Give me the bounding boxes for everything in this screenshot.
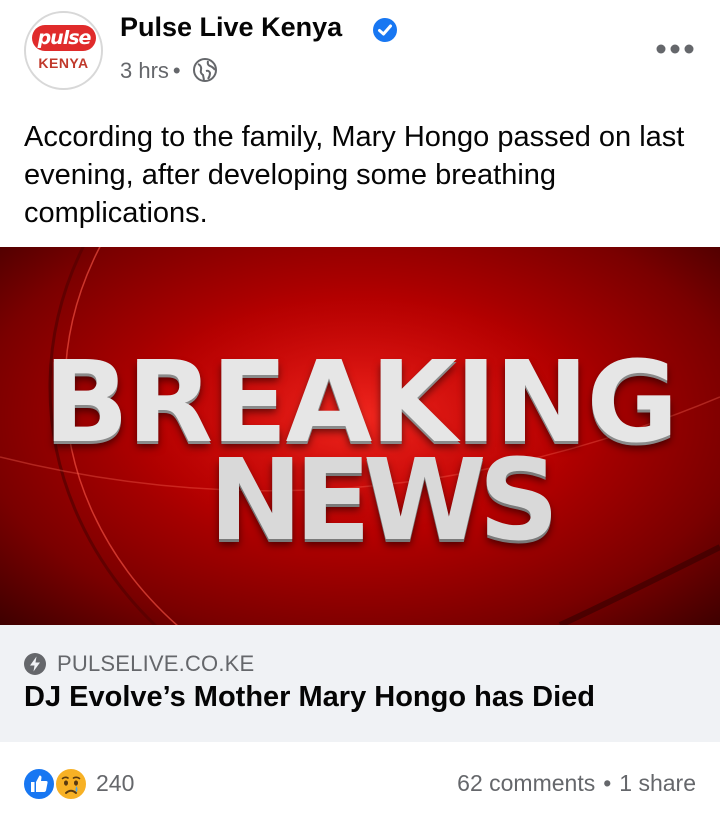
globe-icon (193, 58, 217, 82)
post-timestamp[interactable]: 3 hrs (120, 58, 169, 83)
lightning-bolt-icon (24, 653, 46, 675)
page-avatar[interactable]: pulse KENYA (24, 11, 103, 90)
breaking-news-image[interactable]: BREAKING NEWS (0, 247, 720, 625)
avatar-logo-kenya: KENYA (38, 55, 89, 71)
avatar-logo-pulse: pulse (32, 25, 96, 51)
meta-separator: • (172, 58, 181, 83)
more-options-icon[interactable] (655, 40, 695, 58)
comments-count[interactable]: 62 comments (457, 770, 595, 796)
post-header: pulse KENYA Pulse Live Kenya 3 hrs • (0, 0, 720, 105)
stats-separator: • (603, 770, 612, 796)
shares-count[interactable]: 1 share (619, 770, 696, 796)
verified-badge-icon (373, 18, 397, 42)
reaction-count[interactable]: 240 (96, 770, 134, 797)
like-reaction-icon[interactable] (22, 767, 56, 801)
page-name-link[interactable]: Pulse Live Kenya (120, 12, 342, 43)
link-title[interactable]: DJ Evolve’s Mother Mary Hongo has Died (24, 681, 595, 714)
link-preview-card[interactable]: PULSELIVE.CO.KE DJ Evolve’s Mother Mary … (0, 625, 720, 742)
hero-text-news: NEWS (208, 436, 559, 566)
link-domain: PULSELIVE.CO.KE (57, 651, 255, 676)
post-footer: 240 62 comments • 1 share (0, 742, 720, 820)
engagement-stats: 62 comments • 1 share (457, 770, 696, 797)
post-caption: According to the family, Mary Hongo pass… (24, 121, 685, 229)
sad-reaction-icon[interactable] (54, 767, 88, 801)
post-meta: 3 hrs • (120, 58, 185, 84)
